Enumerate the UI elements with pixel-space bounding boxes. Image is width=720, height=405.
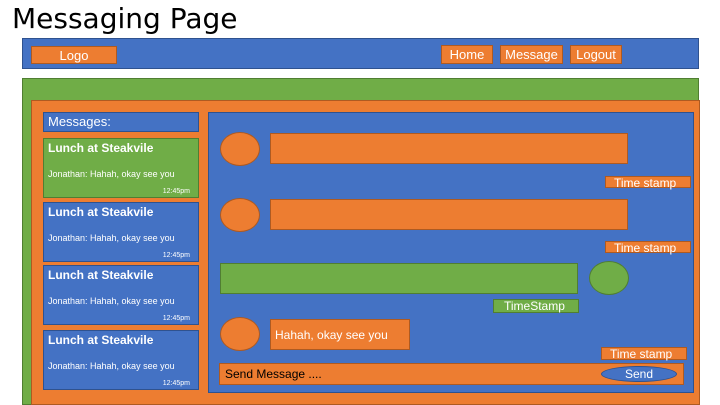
conversation-title: Lunch at Steakvile [48, 333, 154, 347]
conversation-item[interactable]: Lunch at Steakvile Jonathan: Hahah, okay… [43, 330, 199, 390]
conversation-title: Lunch at Steakvile [48, 205, 154, 219]
message-timestamp: Time stamp [605, 241, 691, 254]
user-avatar [220, 132, 260, 166]
conversation-item[interactable]: Lunch at Steakvile Jonathan: Hahah, okay… [43, 202, 199, 262]
message-bubble: Hahah, okay see you [270, 319, 410, 350]
conversation-title: Lunch at Steakvile [48, 268, 154, 282]
conversation-preview: Jonathan: Hahah, okay see you [48, 169, 175, 179]
nav-home-button[interactable]: Home [441, 45, 493, 64]
conversation-item[interactable]: Lunch at Steakvile Jonathan: Hahah, okay… [43, 138, 199, 198]
own-message-bubble [220, 263, 578, 294]
send-button[interactable]: Send [601, 366, 677, 382]
message-bubble [270, 199, 628, 230]
message-bubble [270, 133, 628, 164]
conversation-title: Lunch at Steakvile [48, 141, 154, 155]
logo[interactable]: Logo [31, 46, 117, 64]
conversation-time: 12:45pm [162, 315, 190, 322]
user-avatar [220, 198, 260, 232]
conversation-time: 12:45pm [162, 380, 190, 387]
own-avatar [589, 261, 629, 295]
nav-message-button[interactable]: Message [500, 45, 563, 64]
message-timestamp: Time stamp [601, 347, 687, 360]
conversation-preview: Jonathan: Hahah, okay see you [48, 233, 175, 243]
conversation-time: 12:45pm [162, 252, 190, 259]
message-timestamp: TimeStamp [493, 299, 579, 313]
conversation-time: 12:45pm [162, 188, 190, 195]
message-timestamp: Time stamp [605, 176, 691, 189]
nav-logout-button[interactable]: Logout [570, 45, 622, 64]
user-avatar [220, 317, 260, 351]
conversation-preview: Jonathan: Hahah, okay see you [48, 361, 175, 371]
conversation-preview: Jonathan: Hahah, okay see you [48, 296, 175, 306]
conversation-item[interactable]: Lunch at Steakvile Jonathan: Hahah, okay… [43, 265, 199, 325]
messages-header: Messages: [43, 112, 199, 132]
page-title: Messaging Page [12, 2, 238, 35]
